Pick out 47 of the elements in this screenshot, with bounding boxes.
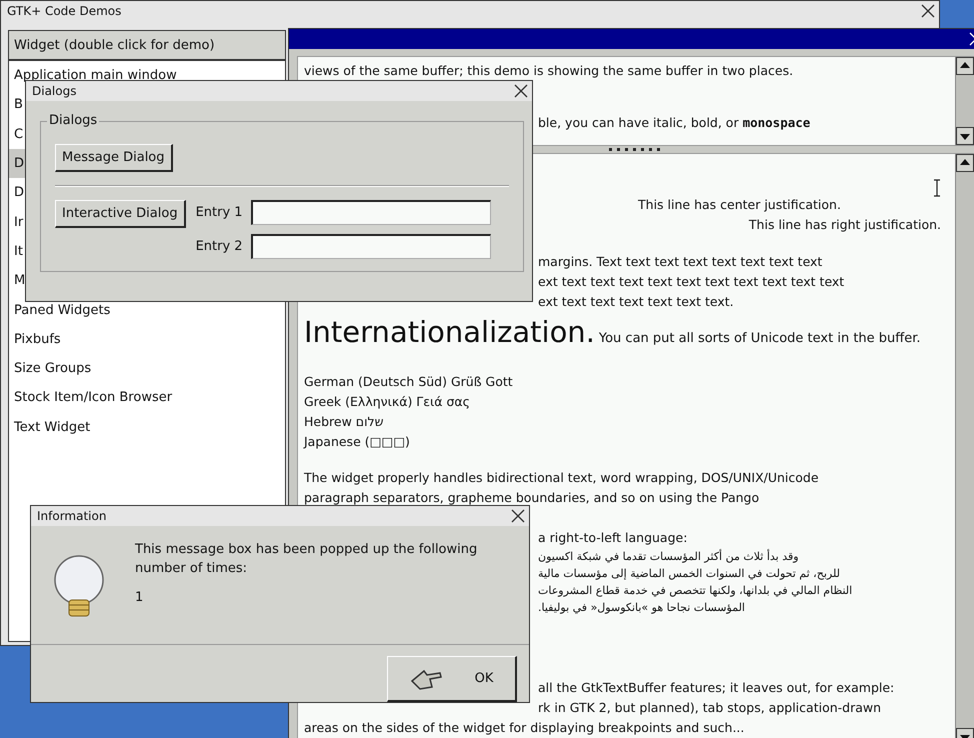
text-line: المؤسسات نجاحا هو »بانكوسول« في بوليفيا. [538, 601, 745, 614]
text-line: paragraph separators, grapheme boundaries, and so on using the Pango [304, 490, 760, 505]
text-line: all the GtkTextBuffer features; it leaves out, for example: [538, 680, 894, 695]
scroll-up-icon[interactable] [956, 57, 974, 75]
window-title: GTK+ Code Demos [7, 4, 122, 18]
ok-button[interactable]: OK [387, 656, 517, 702]
text-line: Greek (Ελληνικά) Γειά σας [304, 394, 470, 409]
text-line: views of the same buffer; this demo is showing the same buffer in two places. [304, 63, 794, 78]
input-field[interactable] [250, 234, 491, 259]
text-line: وقد بدأ ثلاث من أكثر المؤسسات تقدما في شبكة اكسيون [538, 550, 799, 563]
field-label: Entry 1 [196, 205, 243, 220]
text-line: The widget properly handles bidirectional text, word wrapping, DOS/UNIX/Unicode [304, 470, 819, 485]
text-line: ext text text text text text text. [538, 294, 734, 309]
window-title: Dialogs [32, 84, 76, 98]
text-line: This line has center justification. [638, 197, 841, 212]
text-line: للربح، ثم تحولت في السنوات الخمس الماضية إلى مؤسسات مالية [538, 567, 840, 580]
column-header[interactable]: Widget (double click for demo) [9, 31, 285, 61]
scroll-up-icon[interactable] [956, 154, 974, 172]
text-line: ext text text text text text text text text text text [538, 274, 844, 289]
count-text: 1 [135, 589, 144, 607]
text-line: a right-to-left language: [538, 530, 688, 545]
text-line: margins. Text text text text text text text text [538, 254, 822, 269]
message-text: This message box has been popped up the following number of times: [135, 541, 478, 578]
text-cursor-icon [932, 179, 942, 197]
text-line: areas on the sides of the widget for displaying breakpoints and such... [304, 720, 744, 735]
window-title: Information [37, 509, 106, 523]
text-line: German (Deutsch Süd) Grüß Gott [304, 374, 513, 389]
interactive-dialog-button[interactable]: Interactive Dialog [55, 200, 186, 228]
text-line: النظام المالي في بلدانها، ولكنها تتخصص في خدمة قطاع المشروعات [538, 584, 852, 597]
text-line: rk in GTK 2, but planned), tab stops, application-drawn [538, 700, 882, 715]
scroll-down-icon[interactable] [956, 127, 974, 145]
list-item[interactable]: Stock Item/Icon Browser [9, 383, 285, 413]
text-line: Japanese (□□□) [304, 434, 410, 449]
list-item[interactable]: Text Widget [9, 412, 285, 442]
close-icon[interactable] [921, 4, 935, 18]
close-icon[interactable] [514, 84, 528, 98]
close-icon[interactable] [511, 509, 525, 523]
text-line: Hebrew שלום [304, 414, 384, 429]
input-field[interactable] [250, 200, 491, 225]
text-line: This line has right justification. [748, 217, 941, 232]
list-item[interactable]: Size Groups [9, 354, 285, 384]
heading-line: Internationalization.You can put all sorts of Unicode text in the buffer. [304, 314, 921, 351]
text-line: ble, you can have italic, bold, or monospace [538, 115, 810, 130]
field-label: Entry 2 [196, 239, 243, 254]
message-dialog-button[interactable]: Message Dialog [55, 144, 173, 172]
list-item[interactable]: Pixbufs [9, 324, 285, 354]
frame-label: Dialogs [47, 113, 100, 128]
